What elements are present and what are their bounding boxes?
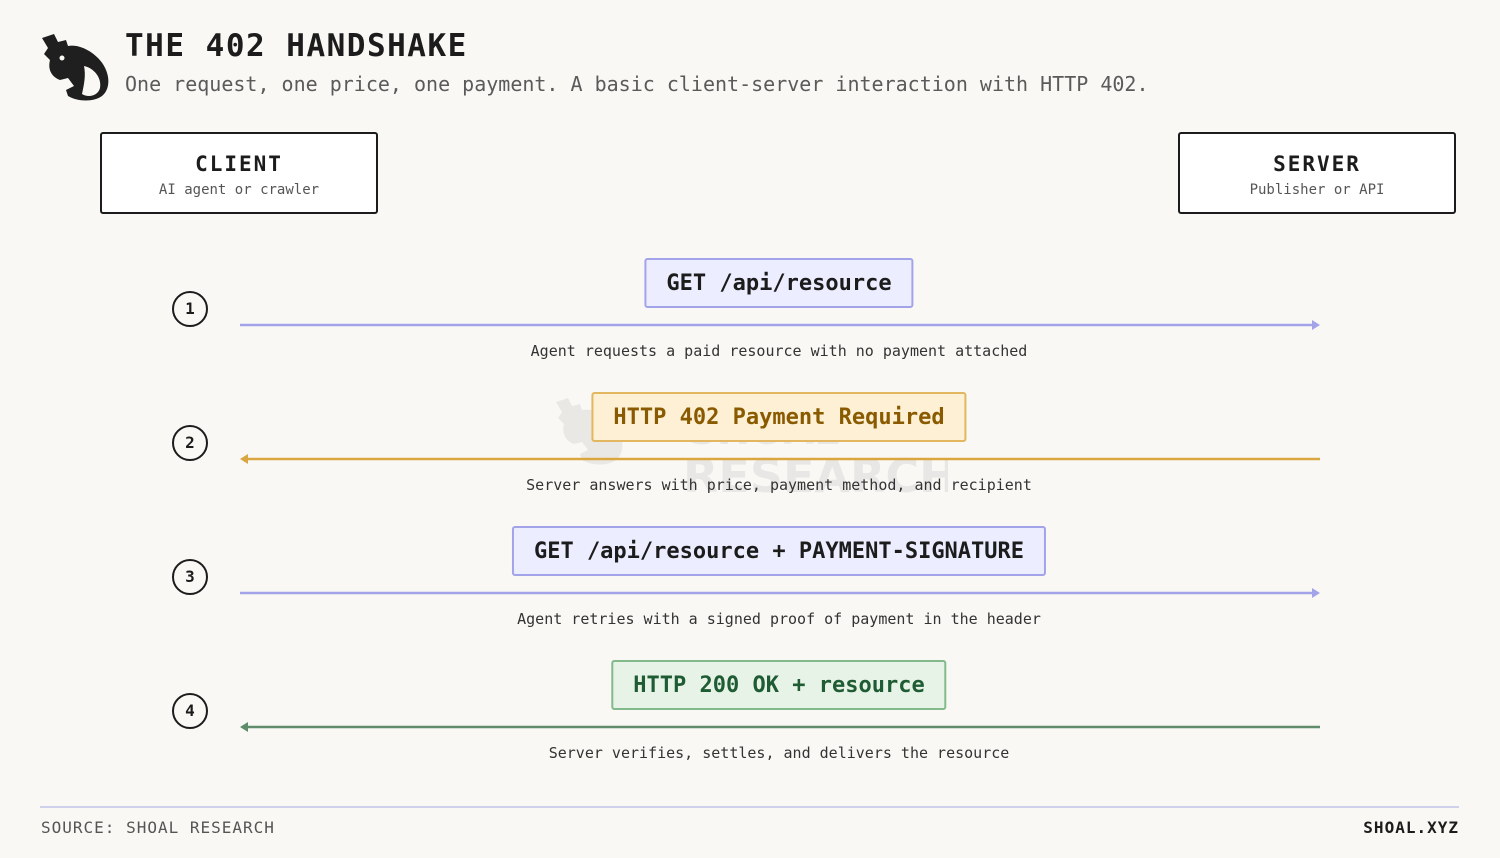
step-2-number: 2 — [172, 425, 208, 461]
server-box: SERVER Publisher or API — [1178, 132, 1456, 214]
step-1-number: 1 — [172, 291, 208, 327]
step-4-arrow-left — [240, 722, 1320, 732]
page-subtitle: One request, one price, one payment. A b… — [125, 72, 1149, 96]
step-3-number: 3 — [172, 559, 208, 595]
server-desc: Publisher or API — [1249, 182, 1385, 198]
step-4-number: 4 — [172, 693, 208, 729]
step-3-arrow-right — [240, 588, 1320, 598]
step-2-message: HTTP 402 Payment Required — [591, 392, 967, 442]
step-3-message: GET /api/resource + PAYMENT-SIGNATURE — [511, 526, 1047, 576]
client-desc: AI agent or crawler — [158, 182, 320, 198]
page-title: THE 402 HANDSHAKE — [125, 28, 468, 64]
step-3-caption: Agent retries with a signed proof of pay… — [517, 610, 1041, 628]
step-4-message: HTTP 200 OK + resource — [611, 660, 947, 710]
source-credit: SOURCE: SHOAL RESEARCH — [41, 818, 275, 837]
server-name: SERVER — [1273, 152, 1361, 176]
client-name: CLIENT — [195, 152, 283, 176]
footer-divider — [40, 806, 1459, 808]
step-2-arrow-left — [240, 454, 1320, 464]
shoal-logo-icon — [42, 34, 109, 101]
step-4-caption: Server verifies, settles, and delivers t… — [548, 744, 1010, 762]
step-1-caption: Agent requests a paid resource with no p… — [530, 342, 1028, 360]
step-1-message: GET /api/resource — [644, 258, 914, 308]
step-2-caption: Server answers with price, payment metho… — [526, 476, 1032, 494]
step-1-arrow-right — [240, 320, 1320, 330]
client-box: CLIENT AI agent or crawler — [100, 132, 378, 214]
brand-link[interactable]: SHOAL.XYZ — [1363, 818, 1459, 837]
